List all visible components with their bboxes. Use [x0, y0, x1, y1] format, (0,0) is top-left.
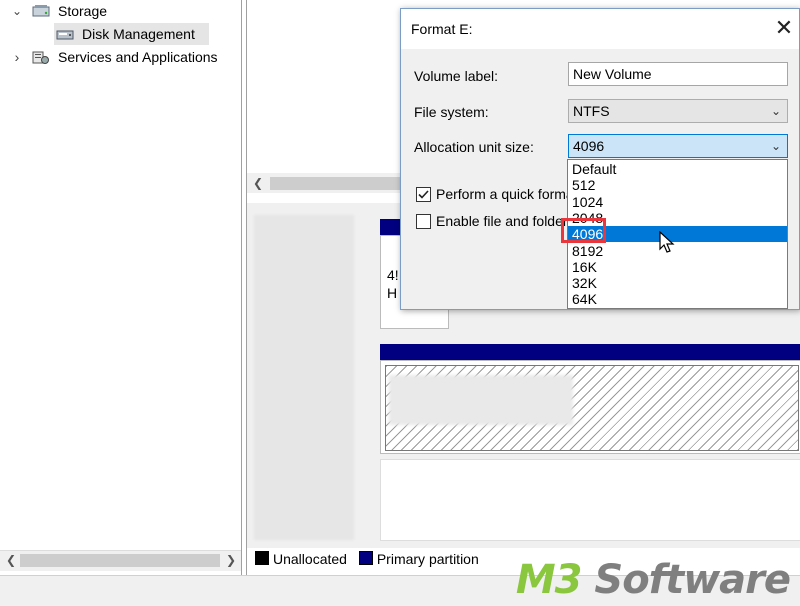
volume-label-input[interactable]: New Volume [568, 62, 788, 86]
allocation-option[interactable]: Default [568, 161, 787, 177]
volume-label-label: Volume label: [414, 68, 499, 84]
partition-header-bar [380, 219, 400, 235]
tree-node-label: Storage [58, 3, 108, 19]
storage-icon [32, 3, 50, 19]
m3-software-watermark: M3 Software [515, 557, 791, 603]
dialog-title: Format E: [411, 21, 473, 37]
scrollbar-thumb[interactable] [270, 177, 410, 190]
tree-node-services[interactable]: › Services and Applications [0, 46, 241, 68]
watermark-part-2: Software [581, 557, 791, 603]
partition-block [380, 459, 800, 541]
tree-node-disk-management[interactable]: Disk Management [54, 23, 209, 45]
chevron-down-icon[interactable]: ⌄ [10, 0, 24, 22]
allocation-option[interactable]: 64K [568, 291, 787, 307]
file-system-label: File system: [414, 104, 489, 120]
chevron-down-icon[interactable]: ⌄ [771, 100, 781, 122]
disk-info-blurred [254, 215, 354, 540]
partition-info-blurred [389, 375, 573, 425]
checkmark-icon [418, 190, 429, 199]
enable-compression-checkbox[interactable] [416, 214, 431, 229]
disk-management-icon [56, 26, 74, 42]
allocation-option[interactable]: 32K [568, 275, 787, 291]
close-icon[interactable]: ✕ [771, 15, 797, 41]
scroll-right-icon[interactable]: ❯ [226, 553, 236, 567]
legend-primary-partition: Primary partition [376, 551, 479, 567]
scrollbar-thumb[interactable] [20, 554, 220, 567]
scroll-left-icon[interactable]: ❮ [253, 176, 263, 190]
scroll-left-icon[interactable]: ❮ [6, 553, 16, 567]
chevron-right-icon[interactable]: › [10, 46, 24, 68]
allocation-option[interactable]: 1024 [568, 194, 787, 210]
chevron-down-icon[interactable]: ⌄ [771, 135, 781, 157]
primary-partition-swatch [358, 551, 373, 565]
allocation-unit-size-select[interactable]: 4096 ⌄ [568, 134, 788, 158]
mouse-pointer-icon [659, 231, 675, 253]
tree-node-label: Services and Applications [58, 49, 218, 65]
tree-node-storage[interactable]: ⌄ Storage [0, 0, 241, 22]
tree-node-label: Disk Management [82, 26, 195, 42]
allocation-unit-size-value: 4096 [573, 138, 605, 154]
highlight-annotation [561, 218, 606, 243]
legend-unallocated: Unallocated [273, 551, 347, 567]
services-icon [32, 49, 50, 65]
partition-header-bar [380, 344, 800, 360]
partition-text: 4! [387, 267, 399, 283]
enable-compression-label[interactable]: Enable file and folder [436, 213, 568, 229]
file-system-value: NTFS [573, 103, 610, 119]
allocation-option[interactable]: 512 [568, 177, 787, 193]
allocation-option[interactable]: 8192 [568, 243, 787, 259]
file-system-select[interactable]: NTFS ⌄ [568, 99, 788, 123]
dialog-title-bar[interactable]: Format E: ✕ [401, 9, 799, 49]
watermark-part-1: M3 [515, 557, 583, 603]
unallocated-swatch [255, 551, 269, 565]
partition-block[interactable] [380, 360, 800, 454]
partition-text: H [387, 285, 398, 301]
allocation-option[interactable]: 16K [568, 259, 787, 275]
allocation-unit-size-label: Allocation unit size: [414, 139, 534, 155]
console-tree: ⌄ Storage Disk Management › Services and… [0, 0, 242, 575]
quick-format-checkbox[interactable] [416, 187, 431, 202]
quick-format-label[interactable]: Perform a quick format [436, 186, 578, 202]
